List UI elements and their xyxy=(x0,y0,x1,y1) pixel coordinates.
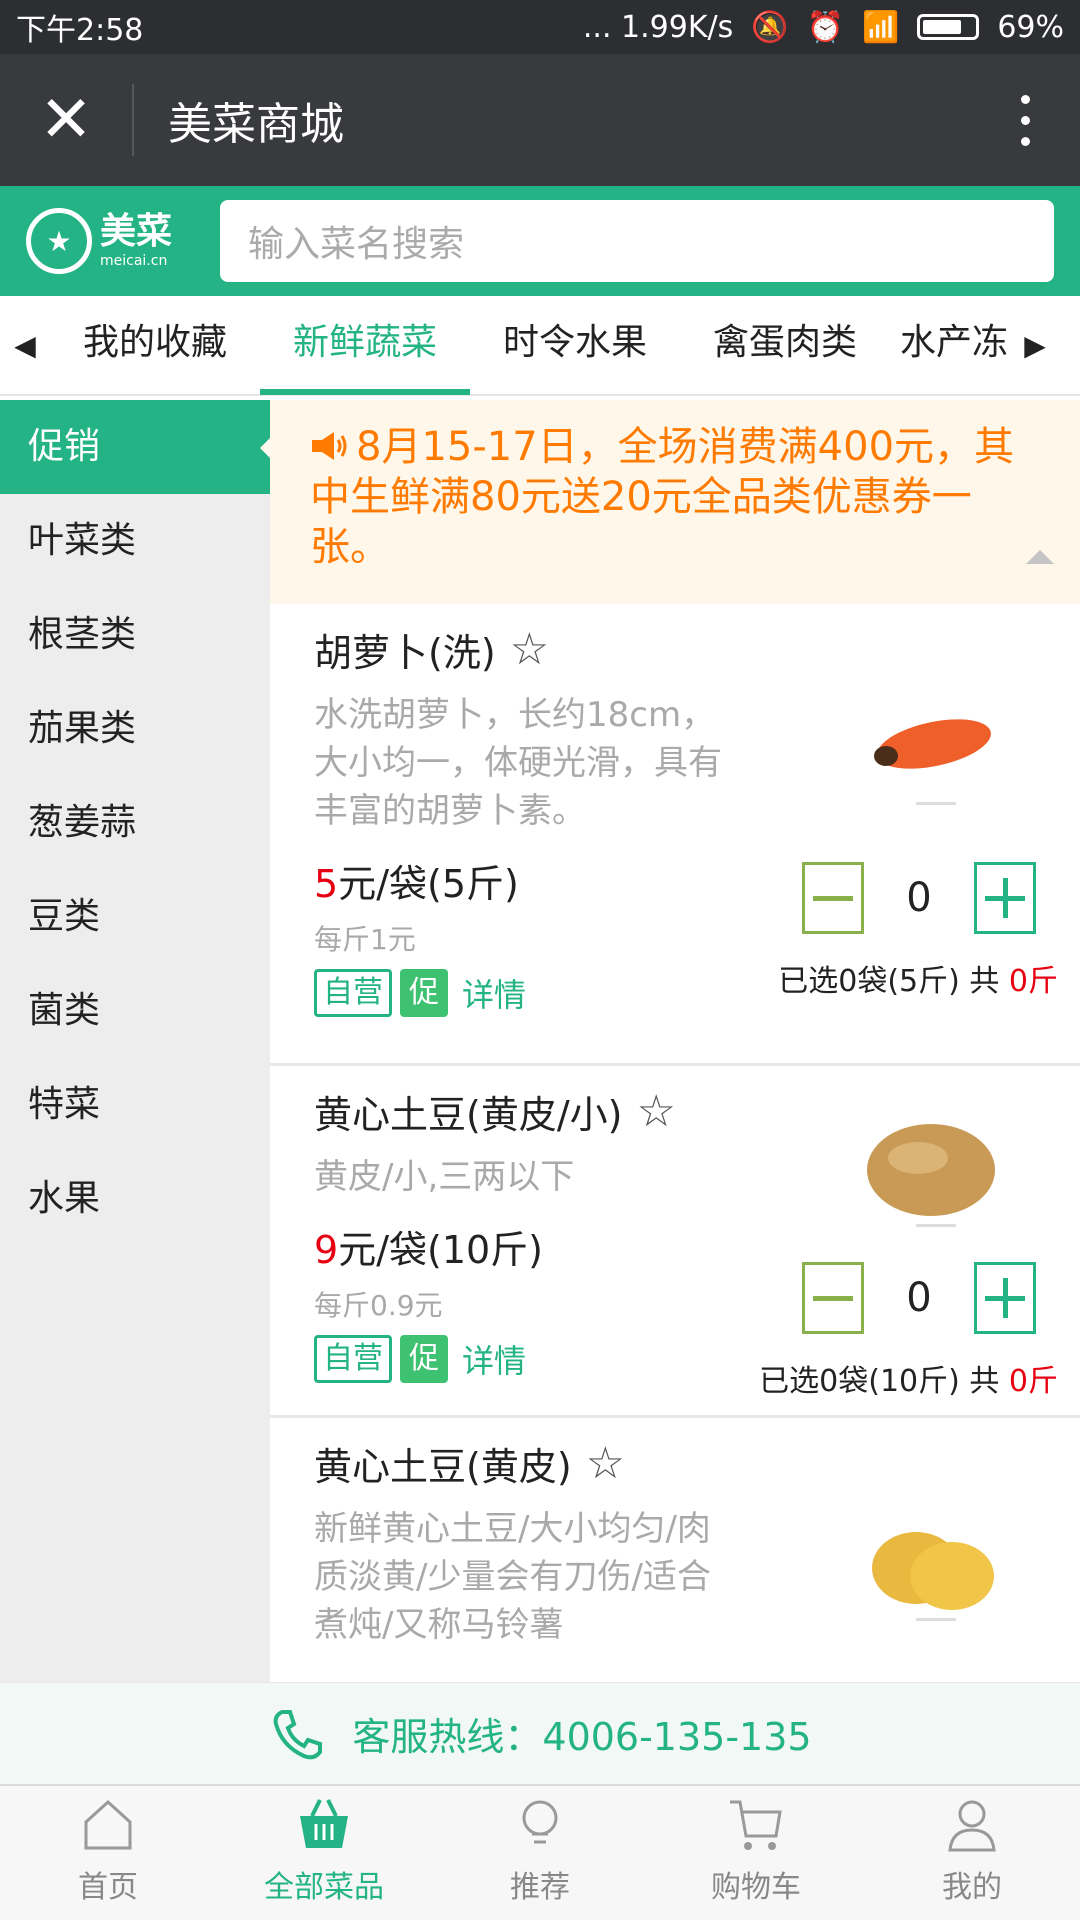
home-icon xyxy=(84,1799,132,1850)
wifi-icon: 📶 xyxy=(861,9,900,45)
product-item: 黄心土豆(黄皮/小) ☆ 黄皮/小,三两以下 9元/袋(10斤) 每斤0.9元 … xyxy=(270,1066,1080,1418)
carrot-image[interactable] xyxy=(856,696,1006,816)
quantity-stepper: 0 xyxy=(802,862,1036,934)
favorite-star-icon[interactable]: ☆ xyxy=(636,1086,675,1137)
product-item: 胡萝卜(洗) ☆ 水洗胡萝卜，长约18cm，大小均一，体硬光滑，具有丰富的胡萝卜… xyxy=(270,604,1080,1066)
potato-image[interactable] xyxy=(856,1114,1006,1234)
quantity-stepper: 0 xyxy=(802,1262,1036,1334)
product-name: 黄心土豆(黄皮/小) xyxy=(314,1093,623,1137)
title-divider xyxy=(132,84,134,156)
logo-star-icon: ★ xyxy=(26,208,92,274)
detail-link[interactable]: 详情 xyxy=(462,970,526,1016)
sidebar-item-root[interactable]: 根茎类 xyxy=(0,588,270,682)
scroll-left-icon[interactable]: ◀ xyxy=(0,329,50,362)
battery-text: 69% xyxy=(997,9,1064,45)
product-name: 黄心土豆(黄皮) xyxy=(314,1445,572,1489)
sidebar-item-beans[interactable]: 豆类 xyxy=(0,870,270,964)
product-description: 水洗胡萝卜，长约18cm，大小均一，体硬光滑，具有丰富的胡萝卜素。 xyxy=(314,695,722,831)
increase-button[interactable] xyxy=(974,1262,1036,1334)
sidebar-item-allium[interactable]: 葱姜蒜 xyxy=(0,776,270,870)
sidebar-item-specialty[interactable]: 特菜 xyxy=(0,1058,270,1152)
tab-all-products[interactable]: 全部菜品 xyxy=(216,1786,432,1920)
sidebar-item-leafy[interactable]: 叶菜类 xyxy=(0,494,270,588)
page-title: 美菜商城 xyxy=(168,99,344,150)
favorite-star-icon[interactable]: ☆ xyxy=(510,624,549,675)
quantity-value[interactable]: 0 xyxy=(864,1275,974,1321)
logo-text: 美菜 xyxy=(100,211,173,252)
self-operated-badge: 自营 xyxy=(314,969,392,1017)
quantity-value[interactable]: 0 xyxy=(864,875,974,921)
category-tabs: ◀ 我的收藏 新鲜蔬菜 时令水果 禽蛋肉类 水产冻 ▶ xyxy=(0,296,1080,396)
status-bar: 下午2:58 ... 1.99K/s 🔕 ⏰ 📶 69% xyxy=(0,0,1080,54)
notice-text: 8月15-17日，全场消费满400元，其中生鲜满80元送20元全品类优惠券一张。 xyxy=(310,424,1015,570)
title-bar: ✕ 美菜商城 xyxy=(0,54,1080,186)
product-description: 新鲜黄心土豆/大小均匀/肉质淡黄/少量会有刀伤/适合煮炖/又称马铃薯 xyxy=(314,1509,711,1645)
tab-seafood[interactable]: 水产冻 xyxy=(890,295,1010,395)
scroll-right-icon[interactable]: ▶ xyxy=(1010,329,1060,362)
detail-link[interactable]: 详情 xyxy=(462,1336,526,1382)
tab-fresh-vegetables[interactable]: 新鲜蔬菜 xyxy=(260,295,470,395)
collapse-icon[interactable] xyxy=(1026,550,1054,564)
search-input[interactable]: 输入菜名搜索 xyxy=(220,200,1054,282)
product-list: 8月15-17日，全场消费满400元，其中生鲜满80元送20元全品类优惠券一张。… xyxy=(270,400,1080,1682)
status-time: 下午2:58 xyxy=(16,13,144,48)
close-icon[interactable]: ✕ xyxy=(0,54,132,186)
sidebar-item-solanaceous[interactable]: 茄果类 xyxy=(0,682,270,776)
product-description: 黄皮/小,三两以下 xyxy=(314,1157,575,1197)
increase-button[interactable] xyxy=(974,862,1036,934)
selected-summary: 已选0袋(10斤) 共 0斤 xyxy=(759,1364,1058,1399)
promo-badge: 促 xyxy=(400,969,448,1017)
bottom-tab-bar: 首页 全部菜品 推荐 购物车 我的 xyxy=(0,1784,1080,1920)
tab-cart[interactable]: 购物车 xyxy=(648,1786,864,1920)
bulb-icon xyxy=(522,1800,558,1844)
logo-domain: meicai.cn xyxy=(100,253,168,269)
sidebar-item-promotion[interactable]: 促销 xyxy=(0,400,270,494)
user-icon xyxy=(948,1800,996,1852)
product-name: 胡萝卜(洗) xyxy=(314,631,496,675)
promo-badge: 促 xyxy=(400,1335,448,1383)
search-header: ★ 美菜 meicai.cn 输入菜名搜索 xyxy=(0,186,1080,296)
tab-profile[interactable]: 我的 xyxy=(864,1786,1080,1920)
promo-notice: 8月15-17日，全场消费满400元，其中生鲜满80元送20元全品类优惠券一张。 xyxy=(270,400,1080,604)
more-menu-icon[interactable] xyxy=(970,54,1080,186)
basket-icon xyxy=(300,1799,348,1848)
self-operated-badge: 自营 xyxy=(314,1335,392,1383)
status-icons: ... 1.99K/s 🔕 ⏰ 📶 69% xyxy=(583,10,1064,45)
tab-favorites[interactable]: 我的收藏 xyxy=(50,295,260,395)
network-speed: ... 1.99K/s xyxy=(582,9,734,45)
cart-icon xyxy=(730,1800,782,1850)
brand-logo[interactable]: ★ 美菜 meicai.cn xyxy=(0,186,200,296)
tab-poultry-meat[interactable]: 禽蛋肉类 xyxy=(680,295,890,395)
phone-icon xyxy=(274,1709,323,1759)
speaker-icon xyxy=(312,432,347,460)
customer-hotline[interactable]: 客服热线：4006-135-135 xyxy=(0,1682,1080,1784)
potato-image[interactable] xyxy=(856,1506,1006,1626)
tab-home[interactable]: 首页 xyxy=(0,1786,216,1920)
sidebar-item-fruit[interactable]: 水果 xyxy=(0,1152,270,1246)
decrease-button[interactable] xyxy=(802,1262,864,1334)
tab-recommend[interactable]: 推荐 xyxy=(432,1786,648,1920)
favorite-star-icon[interactable]: ☆ xyxy=(586,1438,625,1489)
decrease-button[interactable] xyxy=(802,862,864,934)
tab-seasonal-fruits[interactable]: 时令水果 xyxy=(470,295,680,395)
category-sidebar: 促销 叶菜类 根茎类 茄果类 葱姜蒜 豆类 菌类 特菜 水果 xyxy=(0,400,270,1682)
hotline-text: 客服热线：4006-135-135 xyxy=(352,1715,812,1759)
sidebar-item-mushrooms[interactable]: 菌类 xyxy=(0,964,270,1058)
battery-icon xyxy=(917,14,980,40)
mute-icon: 🔕 xyxy=(751,9,789,45)
alarm-icon: ⏰ xyxy=(806,9,844,45)
product-item: 黄心土豆(黄皮) ☆ 新鲜黄心土豆/大小均匀/肉质淡黄/少量会有刀伤/适合煮炖/… xyxy=(270,1418,1080,1682)
selected-summary: 已选0袋(5斤) 共 0斤 xyxy=(778,964,1058,999)
